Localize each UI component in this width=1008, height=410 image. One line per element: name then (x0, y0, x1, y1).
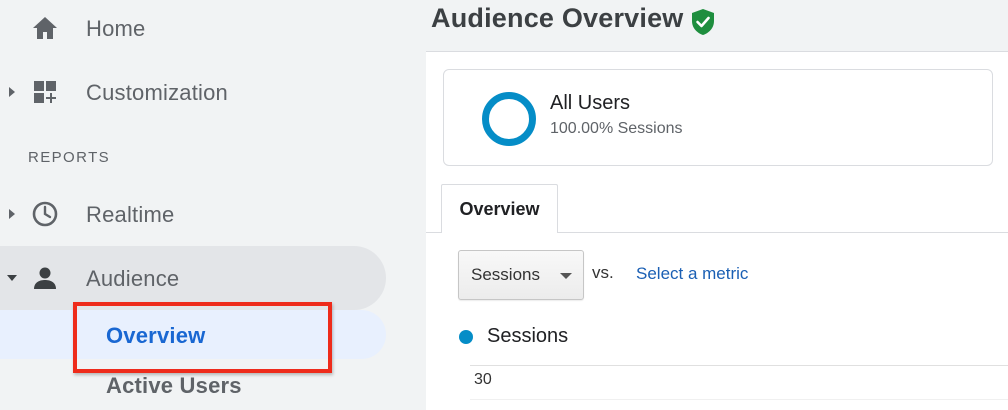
segment-card-all-users[interactable]: All Users 100.00% Sessions (443, 69, 993, 166)
dashboard-plus-icon (29, 76, 61, 108)
chart-gridline (470, 365, 1008, 366)
segment-name: All Users (550, 92, 631, 114)
metric-select[interactable]: Sessions (458, 250, 584, 300)
select-metric-link[interactable]: Select a metric (636, 264, 748, 284)
collapse-arrow-icon[interactable] (6, 271, 18, 285)
sidebar-item-label: Customization (86, 80, 228, 105)
expand-arrow-icon[interactable] (6, 207, 18, 221)
tab-overview[interactable]: Overview (441, 184, 558, 233)
sidebar: Home Customization REPORTS Realtime Audi… (0, 0, 426, 410)
metric-select-value: Sessions (471, 265, 540, 284)
sidebar-item-label: Realtime (86, 202, 175, 227)
chevron-down-icon (560, 273, 572, 279)
section-heading-reports: REPORTS (28, 149, 111, 166)
y-axis-tick: 30 (474, 371, 492, 388)
sidebar-subitem-active-users[interactable]: Active Users (106, 373, 242, 399)
sidebar-item-customization[interactable]: Customization (0, 60, 386, 124)
vs-label: vs. (592, 263, 614, 282)
expand-arrow-icon[interactable] (6, 85, 18, 99)
main-content: Audience Overview All Users 100.00% Sess… (426, 0, 1008, 410)
clock-icon (29, 198, 61, 230)
segment-ring-icon (482, 92, 536, 146)
sidebar-item-audience[interactable]: Audience (0, 246, 386, 310)
sidebar-item-label: Home (86, 16, 146, 41)
annotation-highlight-box (73, 302, 332, 373)
person-icon (29, 262, 61, 294)
sidebar-item-label: Audience (86, 266, 180, 291)
page-title: Audience Overview (431, 3, 684, 33)
ga-window: Home Customization REPORTS Realtime Audi… (0, 0, 1008, 410)
legend-label: Sessions (487, 325, 569, 347)
sidebar-item-home[interactable]: Home (0, 0, 386, 64)
shield-check-icon (690, 8, 716, 36)
home-icon (29, 12, 61, 44)
legend-dot (459, 330, 473, 344)
page-header: Audience Overview (426, 0, 1008, 52)
chart-gridline (470, 399, 1008, 400)
sidebar-item-realtime[interactable]: Realtime (0, 182, 386, 246)
segment-percentage: 100.00% Sessions (550, 120, 683, 137)
